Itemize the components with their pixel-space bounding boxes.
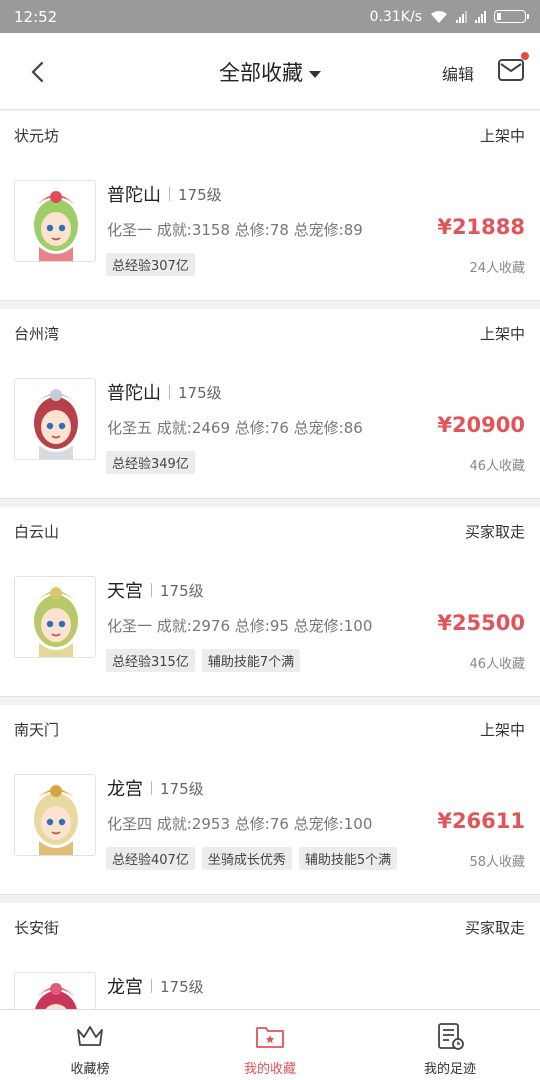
listing-status: 买家取走 [464, 919, 525, 937]
school-name: 普陀山 [107, 383, 161, 404]
tag-list: 总经验407亿 坐骑成长优秀 辅助技能5个满 [106, 847, 398, 870]
character-level: 175级 [160, 779, 204, 798]
character-portrait-icon [35, 983, 77, 1009]
price: ¥26611 [437, 809, 525, 833]
favorite-count: 46人收藏 [469, 459, 525, 474]
tab-my-favorites[interactable]: 我的收藏 [180, 1010, 360, 1080]
school-name: 龙宫 [107, 977, 143, 998]
tab-history[interactable]: 我的足迹 [360, 1010, 540, 1080]
character-avatar [14, 774, 96, 856]
character-portrait-icon [34, 389, 78, 459]
attribute-tag: 总经验307亿 [106, 253, 195, 276]
attribute-tag: 辅助技能7个满 [201, 649, 301, 672]
listing-status: 上架中 [479, 325, 525, 343]
character-portrait-icon [34, 587, 78, 657]
favorite-card[interactable]: 长安街 买家取走 龙宫 175级 [0, 903, 540, 1009]
page-title: 全部收藏 [219, 61, 303, 85]
favorite-count: 24人收藏 [469, 261, 525, 276]
character-level: 175级 [160, 581, 204, 600]
listing-status: 上架中 [479, 127, 525, 145]
school-name: 龙宫 [107, 779, 143, 800]
folder-star-icon [256, 1027, 284, 1048]
school-name: 天宫 [107, 581, 143, 602]
caret-down-icon [309, 70, 321, 78]
tab-label: 我的收藏 [243, 1062, 296, 1077]
status-bar: 12:52 0.31K/s [0, 0, 540, 33]
mail-icon [498, 59, 524, 81]
notification-dot [521, 52, 529, 60]
edit-button[interactable]: 编辑 [442, 61, 474, 85]
battery-icon [494, 10, 529, 23]
divider [169, 385, 170, 399]
favorite-card[interactable]: 状元坊 上架中 普陀山 175级 化圣一 成就:3158 总修:78 总宠修:8… [0, 111, 540, 301]
signal-icon-2 [475, 10, 486, 23]
favorite-count: 58人收藏 [469, 855, 525, 870]
divider [151, 781, 152, 795]
favorite-card[interactable]: 白云山 买家取走 天宫 175级 化圣一 成就:2976 总修:95 总宠修:1… [0, 507, 540, 697]
server-name: 南天门 [14, 721, 60, 739]
school-name: 普陀山 [107, 185, 161, 206]
server-name: 长安街 [14, 919, 60, 937]
nav-bar: 全部收藏 编辑 [0, 33, 540, 110]
character-portrait-icon [34, 785, 78, 855]
tag-list: 总经验307亿 [106, 253, 195, 276]
tab-label: 收藏榜 [70, 1062, 110, 1077]
signal-icon [456, 10, 467, 23]
server-name: 白云山 [14, 523, 60, 541]
character-level: 175级 [178, 383, 222, 402]
divider [151, 979, 152, 993]
bottom-tab-bar: 收藏榜 我的收藏 我的足迹 [0, 1009, 540, 1080]
favorite-count: 46人收藏 [469, 657, 525, 672]
character-level: 175级 [178, 185, 222, 204]
character-avatar [14, 576, 96, 658]
network-speed: 0.31K/s [369, 8, 422, 25]
character-stats: 化圣四 成就:2953 总修:76 总宠修:100 [107, 815, 373, 833]
history-icon [438, 1023, 464, 1050]
attribute-tag: 总经验349亿 [106, 451, 195, 474]
listing-status: 买家取走 [464, 523, 525, 541]
character-avatar [14, 378, 96, 460]
character-stats: 化圣一 成就:3158 总修:78 总宠修:89 [107, 221, 363, 239]
attribute-tag: 辅助技能5个满 [298, 847, 398, 870]
character-stats: 化圣一 成就:2976 总修:95 总宠修:100 [107, 617, 373, 635]
tag-list: 总经验349亿 [106, 451, 195, 474]
listing-status: 上架中 [479, 721, 525, 739]
tab-label: 我的足迹 [423, 1062, 476, 1077]
server-name: 台州湾 [14, 325, 60, 343]
character-level: 175级 [160, 977, 204, 996]
favorites-list: 状元坊 上架中 普陀山 175级 化圣一 成就:3158 总修:78 总宠修:8… [0, 111, 540, 1009]
price: ¥21888 [437, 215, 525, 239]
server-name: 状元坊 [14, 127, 60, 145]
crown-icon [77, 1026, 103, 1046]
wifi-icon [431, 10, 447, 23]
character-stats: 化圣五 成就:2469 总修:76 总宠修:86 [107, 419, 363, 437]
attribute-tag: 总经验407亿 [106, 847, 195, 870]
tag-list: 总经验315亿 辅助技能7个满 [106, 649, 301, 672]
favorite-card[interactable]: 南天门 上架中 龙宫 175级 化圣四 成就:2953 总修:76 总宠修:10… [0, 705, 540, 895]
tab-ranking[interactable]: 收藏榜 [0, 1010, 180, 1080]
favorite-card[interactable]: 台州湾 上架中 普陀山 175级 化圣五 成就:2469 总修:76 总宠修:8… [0, 309, 540, 499]
status-time: 12:52 [14, 7, 58, 26]
divider [151, 583, 152, 597]
character-avatar [14, 972, 96, 1009]
character-portrait-icon [34, 191, 78, 261]
divider [169, 187, 170, 201]
price: ¥25500 [437, 611, 525, 635]
attribute-tag: 总经验315亿 [106, 649, 195, 672]
price: ¥20900 [437, 413, 525, 437]
character-avatar [14, 180, 96, 262]
attribute-tag: 坐骑成长优秀 [201, 847, 292, 870]
messages-button[interactable] [497, 52, 529, 84]
